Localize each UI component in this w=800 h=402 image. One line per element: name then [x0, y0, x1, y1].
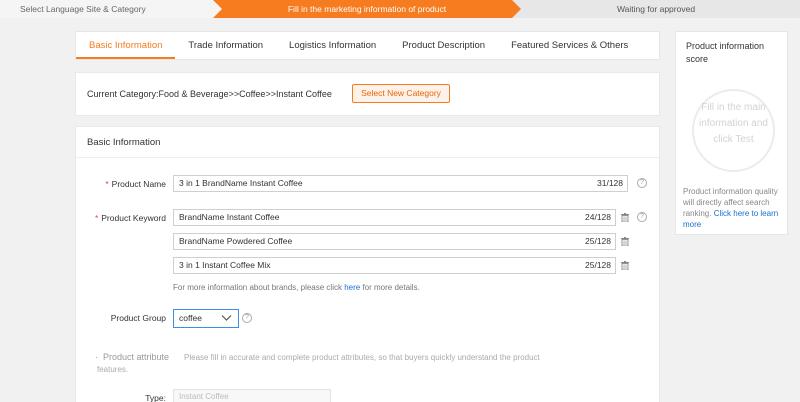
basic-information-card: Basic Information * Product Name 3 in 1 B…	[75, 126, 660, 402]
step-select-category: Select Language Site & Category	[0, 0, 222, 18]
step-fill-marketing-info: Fill in the marketing information of pro…	[213, 0, 521, 18]
trash-icon[interactable]	[621, 237, 629, 246]
product-name-label: * Product Name	[105, 179, 166, 189]
current-category: Current Category:Food & Beverage>>Coffee…	[87, 89, 332, 99]
chevron-down-icon	[221, 315, 232, 321]
product-attribute-heading: · Product attribute	[95, 352, 170, 362]
char-count: 24/128	[585, 212, 611, 222]
tab-product-description[interactable]: Product Description	[389, 32, 498, 59]
product-attribute-desc: Please fill in accurate and complete pro…	[184, 353, 540, 362]
char-count: 25/128	[585, 260, 611, 270]
score-title: Product information score	[686, 41, 765, 64]
brand-info-link[interactable]: here	[344, 283, 360, 292]
type-select[interactable]: Instant Coffee	[173, 389, 331, 402]
category-card: Current Category:Food & Beverage>>Coffee…	[75, 72, 660, 116]
step-waiting-approval: Waiting for approved	[512, 0, 800, 18]
required-marker: *	[94, 213, 99, 223]
score-test-circle[interactable]: Fill in the main information and click T…	[692, 89, 775, 172]
divider	[76, 157, 659, 158]
product-score-panel: Product information score Fill in the ma…	[675, 31, 788, 235]
char-count: 31/128	[597, 178, 623, 188]
help-icon[interactable]: ?	[637, 178, 647, 188]
keyword-input-2[interactable]: BrandName Powdered Coffee 25/128	[173, 233, 616, 250]
tab-trade-information[interactable]: Trade Information	[175, 32, 276, 59]
tab-basic-information[interactable]: Basic Information	[76, 32, 176, 59]
product-group-select[interactable]: coffee	[173, 309, 239, 328]
help-icon[interactable]: ?	[242, 313, 252, 323]
section-title: Basic Information	[87, 137, 161, 148]
tab-logistics-information[interactable]: Logistics Information	[276, 32, 389, 59]
product-attribute-desc-cont: features.	[97, 365, 129, 374]
keyword-input-3[interactable]: 3 in 1 Instant Coffee Mix 25/128	[173, 257, 616, 274]
type-label: Type:	[145, 393, 166, 402]
trash-icon[interactable]	[621, 261, 629, 270]
product-keyword-label: * Product Keyword	[94, 213, 166, 223]
tab-featured-services[interactable]: Featured Services & Others	[498, 32, 641, 59]
product-group-label: Product Group	[110, 313, 166, 323]
section-tabs: Basic Information Trade Information Logi…	[75, 31, 660, 60]
product-name-input[interactable]: 3 in 1 BrandName Instant Coffee 31/128	[173, 175, 628, 192]
help-icon[interactable]: ?	[637, 212, 647, 222]
progress-steps: Select Language Site & Category Fill in …	[0, 0, 800, 18]
keyword-input-1[interactable]: BrandName Instant Coffee 24/128	[173, 209, 616, 226]
select-new-category-button[interactable]: Select New Category	[352, 84, 450, 103]
trash-icon[interactable]	[621, 213, 629, 222]
brand-info-note: For more information about brands, pleas…	[173, 283, 420, 292]
char-count: 25/128	[585, 236, 611, 246]
required-marker: *	[105, 179, 109, 189]
score-description: Product information quality will directl…	[683, 187, 779, 229]
